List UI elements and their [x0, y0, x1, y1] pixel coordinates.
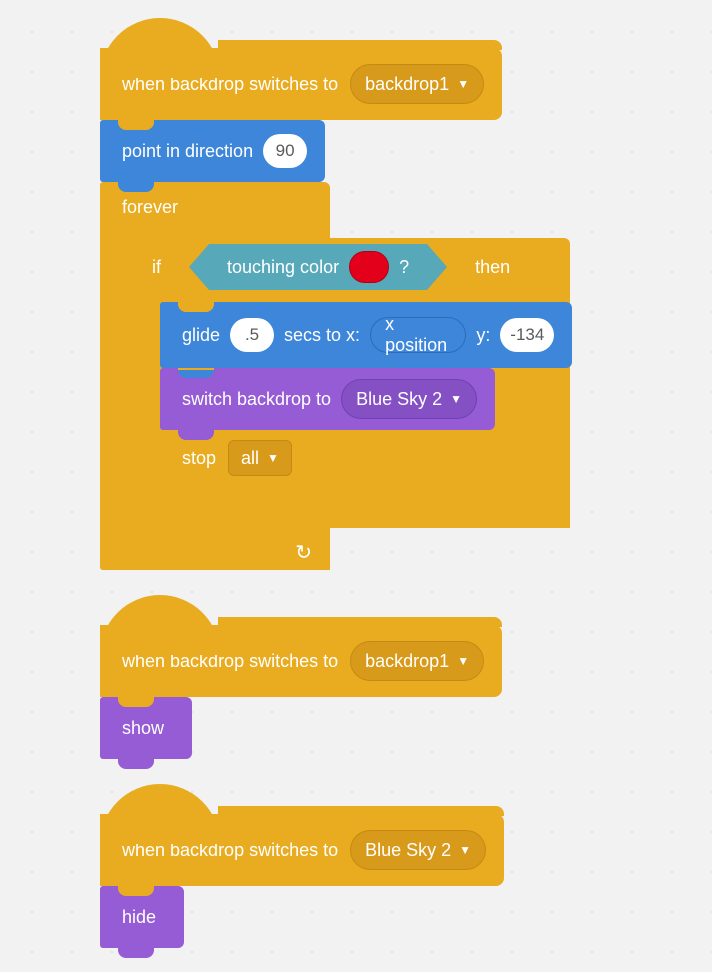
chevron-down-icon: ▼: [457, 77, 469, 91]
condition-label-post: ?: [399, 257, 409, 278]
block-label: point in direction: [122, 141, 253, 162]
show-block[interactable]: show: [100, 697, 192, 759]
hat-label: when backdrop switches to: [122, 840, 338, 861]
backdrop-dropdown[interactable]: backdrop1 ▼: [350, 641, 484, 681]
condition-label-pre: touching color: [227, 257, 339, 278]
dropdown-value: Blue Sky 2: [356, 389, 442, 410]
x-position-reporter[interactable]: x position: [370, 317, 466, 353]
stop-label: stop: [182, 448, 216, 469]
glide-label-a: glide: [182, 325, 220, 346]
hat-when-backdrop-switches[interactable]: when backdrop switches to Blue Sky 2 ▼: [100, 814, 504, 886]
switch-backdrop-block[interactable]: switch backdrop to Blue Sky 2 ▼: [160, 368, 495, 430]
glide-y-input[interactable]: -134: [500, 318, 554, 352]
chevron-down-icon: ▼: [457, 654, 469, 668]
script-1[interactable]: when backdrop switches to backdrop1 ▼ po…: [100, 48, 712, 570]
switch-backdrop-label: switch backdrop to: [182, 389, 331, 410]
script-2[interactable]: when backdrop switches to backdrop1 ▼ sh…: [100, 625, 712, 759]
chevron-down-icon: ▼: [459, 843, 471, 857]
show-label: show: [122, 718, 164, 739]
forever-block[interactable]: forever if touching color ?: [100, 182, 330, 570]
scratch-workspace[interactable]: when backdrop switches to backdrop1 ▼ po…: [0, 0, 712, 948]
dropdown-value: backdrop1: [365, 651, 449, 672]
hat-when-backdrop-switches[interactable]: when backdrop switches to backdrop1 ▼: [100, 48, 502, 120]
forever-label: forever: [122, 197, 178, 218]
hat-label: when backdrop switches to: [122, 74, 338, 95]
chevron-down-icon: ▼: [267, 451, 279, 465]
backdrop-dropdown[interactable]: Blue Sky 2 ▼: [350, 830, 486, 870]
dropdown-value: all: [241, 448, 259, 469]
script-3[interactable]: when backdrop switches to Blue Sky 2 ▼ h…: [100, 814, 712, 948]
hide-label: hide: [122, 907, 156, 928]
glide-block[interactable]: glide .5 secs to x: x position y: -134: [160, 302, 572, 368]
touching-color-condition[interactable]: touching color ?: [209, 244, 427, 290]
stop-dropdown[interactable]: all ▼: [228, 440, 292, 476]
hide-block[interactable]: hide: [100, 886, 184, 948]
loop-arrow-icon: ↻: [295, 540, 312, 565]
point-in-direction-block[interactable]: point in direction 90: [100, 120, 325, 182]
hat-when-backdrop-switches[interactable]: when backdrop switches to backdrop1 ▼: [100, 625, 502, 697]
dropdown-value: backdrop1: [365, 74, 449, 95]
backdrop-dropdown[interactable]: backdrop1 ▼: [350, 64, 484, 104]
glide-secs-input[interactable]: .5: [230, 318, 274, 352]
direction-input[interactable]: 90: [263, 134, 307, 168]
then-label: then: [475, 257, 510, 278]
chevron-down-icon: ▼: [450, 392, 462, 406]
glide-label-b: secs to x:: [284, 325, 360, 346]
backdrop-dropdown[interactable]: Blue Sky 2 ▼: [341, 379, 477, 419]
hat-label: when backdrop switches to: [122, 651, 338, 672]
if-label: if: [152, 257, 161, 278]
stop-block[interactable]: stop all ▼: [160, 430, 310, 486]
color-swatch[interactable]: [349, 251, 389, 283]
glide-label-c: y:: [476, 325, 490, 346]
if-block[interactable]: if touching color ? then: [130, 238, 570, 528]
dropdown-value: Blue Sky 2: [365, 840, 451, 861]
